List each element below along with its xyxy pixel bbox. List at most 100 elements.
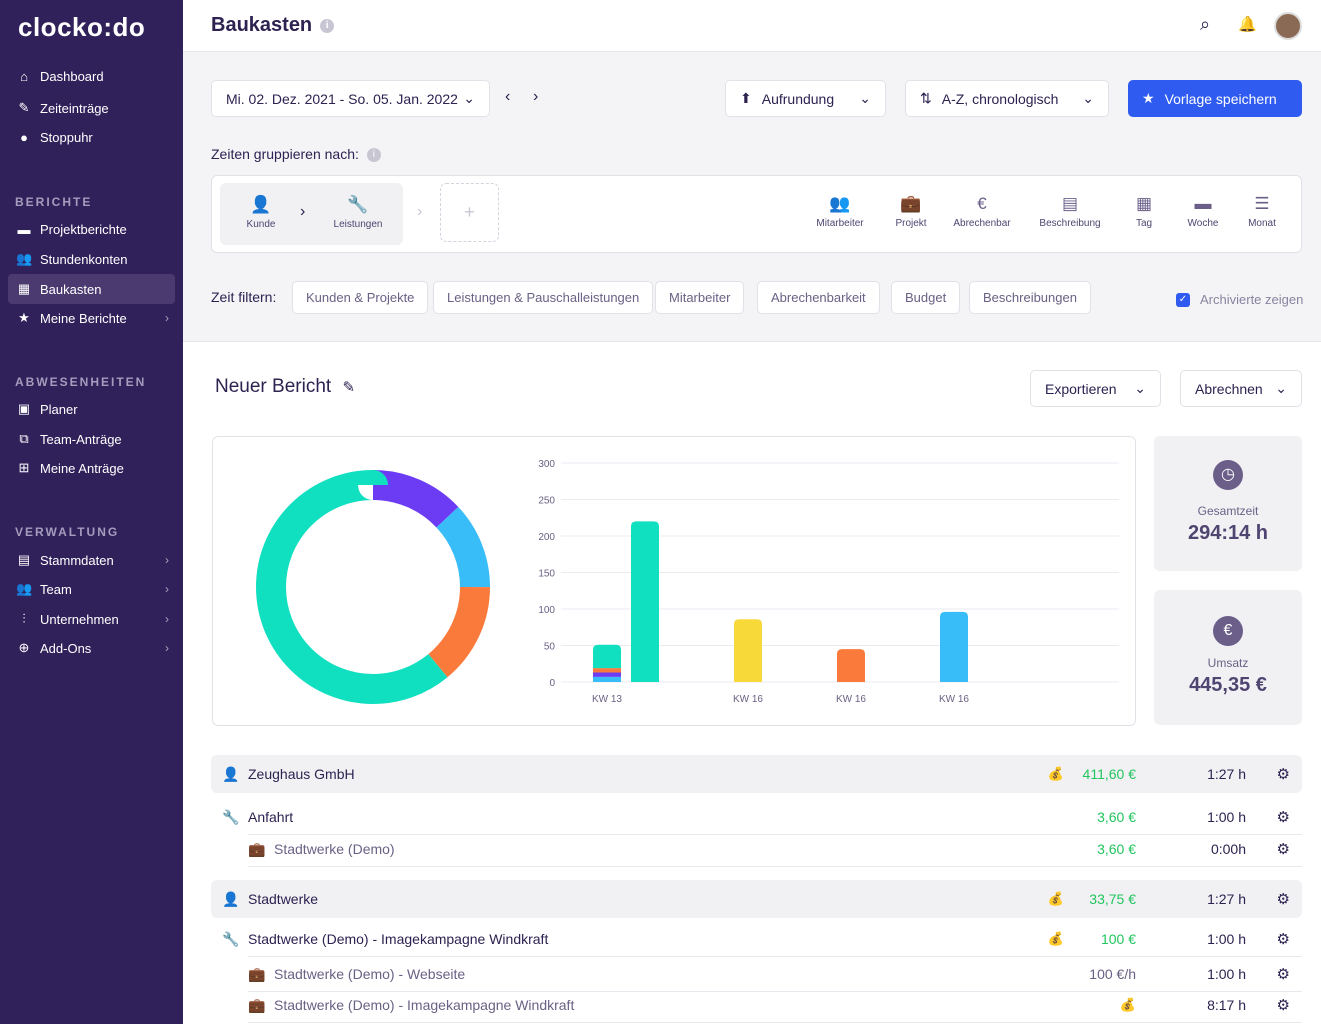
chevron-down-icon: ⌄: [1082, 90, 1094, 106]
logo[interactable]: clocko:do: [18, 12, 145, 43]
save-template-button[interactable]: ★ Vorlage speichern: [1128, 80, 1302, 117]
filter-label: Zeit filtern:: [211, 289, 277, 305]
nav-label: Planer: [40, 401, 78, 417]
y-tick-label: 300: [538, 459, 555, 470]
nav-stammdaten[interactable]: ▤ Stammdaten ›: [8, 545, 175, 575]
divider: [248, 1022, 1302, 1023]
chevron-right-icon: ›: [417, 203, 423, 220]
avatar[interactable]: [1274, 12, 1302, 40]
gear-icon[interactable]: ⚙: [1277, 765, 1290, 783]
group-option-woche[interactable]: ▬ Woche: [1188, 194, 1219, 229]
date-range-picker[interactable]: Mi. 02. Dez. 2021 - So. 05. Jan. 2022 ⌄: [211, 80, 490, 117]
info-icon[interactable]: i: [366, 148, 381, 163]
section-berichte: BERICHTE: [15, 195, 93, 209]
nav-team[interactable]: 👥 Team ›: [8, 574, 175, 604]
sort-icon: ⇅: [920, 90, 932, 106]
wrench-icon: 🔧: [222, 808, 240, 825]
briefcase-icon: 💼: [248, 996, 266, 1013]
filter-budget[interactable]: Budget: [891, 281, 961, 314]
nav-add-ons[interactable]: ⊕ Add-Ons ›: [8, 633, 175, 663]
filter-leistungen[interactable]: Leistungen & Pauschalleistungen: [433, 281, 654, 314]
x-tick-label: KW 16: [939, 694, 969, 705]
gear-icon[interactable]: ⚙: [1277, 808, 1290, 826]
user-icon: 👤: [222, 765, 240, 782]
nav-stoppuhr[interactable]: ● Stoppuhr: [8, 122, 175, 152]
next-arrow-icon[interactable]: ›: [533, 88, 538, 106]
group-option-mitarbeiter[interactable]: 👥 Mitarbeiter: [816, 194, 863, 229]
divider: [248, 866, 1302, 867]
row-amount: 3,60 €: [1097, 841, 1136, 857]
sort-text: A-Z, chronologisch: [941, 90, 1059, 107]
group-label: Leistungen: [333, 219, 383, 230]
user-icon: 👤: [222, 890, 240, 907]
group-option-label: Abrechenbar: [953, 218, 1011, 229]
bar-segment: [940, 611, 968, 682]
table-row[interactable]: 👤 Stadtwerke 💰 33,75 € 1:27 h ⚙: [211, 880, 1302, 918]
group-option-beschreibung[interactable]: ▤ Beschreibung: [1039, 194, 1100, 229]
nav-label: Team-Anträge: [40, 431, 122, 447]
briefcase-icon: 💼: [248, 965, 266, 982]
group-option-label: Tag: [1135, 218, 1153, 229]
group-kunde[interactable]: 👤 Kunde: [247, 195, 276, 230]
table-row[interactable]: 💼 Stadtwerke (Demo) 3,60 € 0:00h ⚙: [211, 830, 1302, 868]
nav-stundenkonten[interactable]: 👥 Stundenkonten: [8, 244, 175, 274]
group-option-abrechenbar[interactable]: € Abrechenbar: [953, 194, 1010, 229]
filter-abrechenbarkeit[interactable]: Abrechenbarkeit: [757, 281, 880, 314]
row-amount: 100 €/h: [1089, 966, 1136, 982]
group-option-tag[interactable]: ▦ Tag: [1136, 194, 1152, 229]
bill-label: Abrechnen: [1195, 380, 1263, 397]
briefcase-icon: 💼: [900, 194, 922, 213]
nav-planer[interactable]: ▣ Planer: [8, 394, 175, 424]
table-row[interactable]: 💼 Stadtwerke (Demo) - Imagekampagne Wind…: [211, 986, 1302, 1024]
filter-mitarbeiter[interactable]: Mitarbeiter: [655, 281, 745, 314]
gear-icon[interactable]: ⚙: [1277, 840, 1290, 858]
gear-icon[interactable]: ⚙: [1277, 965, 1290, 983]
nav-unternehmen[interactable]: ⫶ Unternehmen ›: [8, 604, 175, 634]
revenue-card: € Umsatz 445,35 €: [1154, 590, 1302, 725]
gear-icon[interactable]: ⚙: [1277, 996, 1290, 1014]
team-icon: 👥: [16, 581, 33, 596]
calendar-day-icon: ▦: [1135, 194, 1153, 213]
bar-segment: [734, 619, 762, 682]
filter-kunden-projekte[interactable]: Kunden & Projekte: [292, 281, 429, 314]
gear-icon[interactable]: ⚙: [1277, 890, 1290, 908]
gear-icon[interactable]: ⚙: [1277, 930, 1290, 948]
save-template-label: Vorlage speichern: [1164, 90, 1277, 107]
nav-team-antraege[interactable]: ⧉ Team-Anträge: [8, 424, 175, 454]
selected-groups: 👤 Kunde › 🔧 Leistungen: [220, 183, 403, 245]
bill-dropdown[interactable]: Abrechnen ⌄: [1180, 370, 1302, 407]
x-tick-label: KW 16: [836, 694, 866, 705]
search-icon[interactable]: ⌕: [1200, 14, 1210, 35]
nav-label: Stoppuhr: [40, 129, 93, 145]
page-title-text: Baukasten: [211, 14, 313, 36]
row-time: 1:27 h: [1207, 891, 1246, 907]
nav-projektberichte[interactable]: ▬ Projektberichte: [8, 214, 175, 244]
table-row[interactable]: 🔧 Stadtwerke (Demo) - Imagekampagne Wind…: [211, 920, 1302, 958]
group-leistungen[interactable]: 🔧 Leistungen: [334, 195, 383, 230]
archived-toggle[interactable]: ✓ Archivierte zeigen: [1176, 292, 1303, 307]
pencil-icon[interactable]: ✎: [342, 379, 355, 396]
y-tick-label: 200: [538, 532, 555, 543]
users-icon: 👥: [16, 251, 33, 266]
info-icon[interactable]: i: [320, 18, 335, 33]
nav-meine-berichte[interactable]: ★ Meine Berichte ›: [8, 303, 175, 333]
checkbox-checked-icon[interactable]: ✓: [1176, 292, 1190, 307]
nav-baukasten[interactable]: ▦ Baukasten: [8, 274, 175, 304]
nav-zeiteintraege[interactable]: ✎ Zeiteinträge: [8, 93, 175, 123]
nav-dashboard[interactable]: ⌂ Dashboard: [8, 61, 175, 91]
sort-dropdown[interactable]: ⇅ A-Z, chronologisch ⌄: [905, 80, 1109, 117]
group-option-projekt[interactable]: 💼 Projekt: [895, 194, 926, 229]
export-dropdown[interactable]: Exportieren ⌄: [1030, 370, 1161, 407]
table-row[interactable]: 👤 Zeughaus GmbH 💰 411,60 € 1:27 h ⚙: [211, 755, 1302, 793]
add-group-slot[interactable]: +: [440, 183, 499, 242]
filter-beschreibungen[interactable]: Beschreibungen: [969, 281, 1091, 314]
rounding-dropdown[interactable]: ⬆ Aufrundung ⌄: [725, 80, 886, 117]
bell-icon[interactable]: 🔔: [1238, 15, 1257, 33]
archived-label: Archivierte zeigen: [1200, 292, 1304, 307]
prev-arrow-icon[interactable]: ‹: [505, 88, 510, 106]
charts: 0 50 100 150 200 250 300 KW 13 KW 16 KW 16 KW 16: [256, 459, 1119, 705]
report-title-text: Neuer Bericht: [215, 376, 332, 397]
calendar-icon: ▣: [17, 401, 31, 416]
group-option-monat[interactable]: ☰ Monat: [1248, 194, 1276, 229]
nav-meine-antraege[interactable]: ⊞ Meine Anträge: [8, 453, 175, 483]
